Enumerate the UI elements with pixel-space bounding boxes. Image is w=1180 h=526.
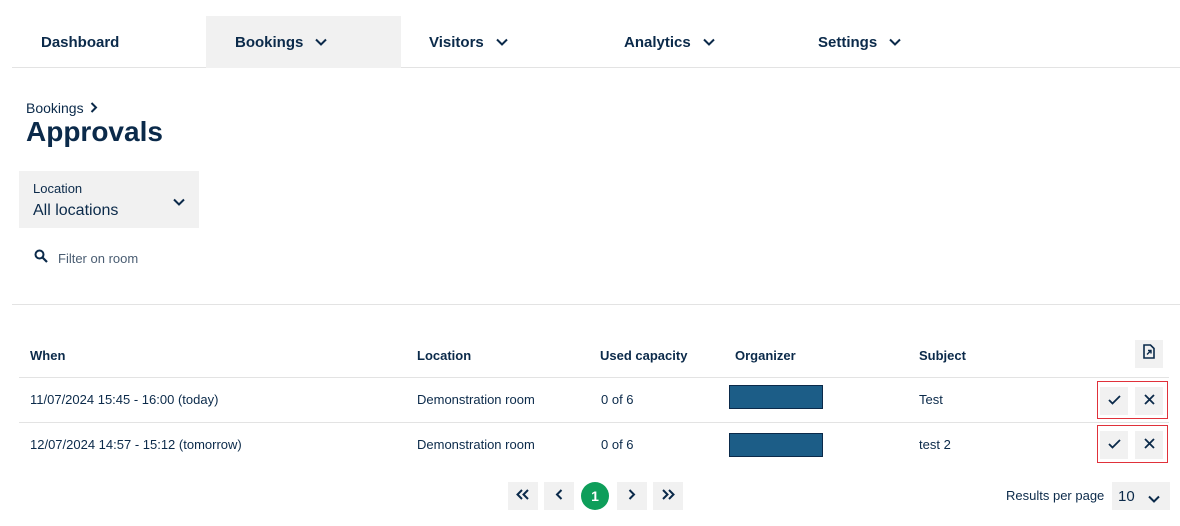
chevron-right-icon	[628, 487, 636, 505]
chevron-down-icon	[496, 38, 508, 46]
nav-dashboard-label: Dashboard	[41, 33, 120, 51]
page-title: Approvals	[26, 116, 163, 147]
cell-location: Demonstration room	[417, 437, 535, 452]
row-actions	[1097, 381, 1168, 419]
breadcrumb-link-bookings[interactable]: Bookings	[26, 100, 84, 116]
nav-analytics-label: Analytics	[624, 33, 691, 51]
search-icon	[34, 249, 48, 268]
results-per-page-select[interactable]: 10	[1112, 482, 1170, 510]
column-header-subject[interactable]: Subject	[919, 348, 966, 363]
cell-when: 12/07/2024 14:57 - 15:12 (tomorrow)	[30, 437, 242, 452]
chevron-down-icon	[315, 38, 328, 46]
cell-location: Demonstration room	[417, 392, 535, 407]
cell-used-capacity: 0 of 6	[601, 392, 634, 407]
double-chevron-right-icon	[661, 487, 675, 505]
column-header-when[interactable]: When	[30, 348, 65, 363]
check-icon	[1107, 436, 1121, 454]
column-header-organizer[interactable]: Organizer	[735, 348, 796, 363]
column-header-used-capacity[interactable]: Used capacity	[600, 348, 687, 363]
results-per-page-value: 10	[1118, 487, 1135, 505]
current-page[interactable]: 1	[581, 482, 609, 510]
nav-dashboard[interactable]: Dashboard	[41, 16, 119, 68]
breadcrumb: Bookings	[26, 100, 98, 116]
results-per-page-label: Results per page	[1006, 488, 1105, 503]
close-icon	[1143, 392, 1155, 410]
chevron-down-icon	[702, 38, 715, 46]
chevron-down-icon	[173, 193, 185, 211]
location-select-label: Location	[33, 181, 83, 196]
chevron-right-icon	[90, 100, 98, 116]
double-chevron-left-icon	[516, 487, 530, 505]
chevron-down-icon	[889, 38, 901, 46]
next-page-button[interactable]	[617, 482, 647, 510]
export-file-icon	[1143, 344, 1155, 364]
check-icon	[1107, 392, 1121, 410]
reject-button[interactable]	[1135, 431, 1163, 459]
organizer-redacted	[729, 385, 823, 409]
cell-used-capacity: 0 of 6	[601, 437, 634, 452]
chevron-down-icon	[1148, 490, 1160, 507]
location-select[interactable]: Location All locations	[19, 171, 199, 228]
organizer-redacted	[729, 433, 823, 457]
row-divider	[19, 377, 1169, 378]
nav-settings[interactable]: Settings	[818, 16, 901, 68]
cell-when: 11/07/2024 15:45 - 16:00 (today)	[30, 392, 219, 407]
cell-subject: test 2	[919, 437, 951, 452]
export-button[interactable]	[1135, 340, 1163, 368]
nav-analytics[interactable]: Analytics	[624, 16, 715, 68]
row-actions	[1097, 425, 1168, 463]
close-icon	[1143, 436, 1155, 454]
approve-button[interactable]	[1100, 387, 1128, 415]
room-filter	[34, 248, 254, 268]
previous-page-button[interactable]	[544, 482, 574, 510]
row-divider	[19, 422, 1169, 423]
nav-bookings-label: Bookings	[235, 33, 304, 51]
cell-subject: Test	[919, 392, 943, 407]
nav-visitors-label: Visitors	[429, 33, 484, 51]
nav-settings-label: Settings	[818, 33, 878, 51]
top-nav: Dashboard Bookings Visitors Analytics Se…	[12, 16, 1180, 68]
first-page-button[interactable]	[508, 482, 538, 510]
column-header-location[interactable]: Location	[417, 348, 471, 363]
approve-button[interactable]	[1100, 431, 1128, 459]
location-select-value: All locations	[33, 202, 119, 219]
room-filter-input[interactable]	[58, 250, 238, 266]
reject-button[interactable]	[1135, 387, 1163, 415]
nav-visitors[interactable]: Visitors	[429, 16, 508, 68]
chevron-left-icon	[555, 487, 563, 505]
divider	[12, 304, 1180, 305]
last-page-button[interactable]	[653, 482, 683, 510]
nav-bookings[interactable]: Bookings	[206, 16, 401, 68]
